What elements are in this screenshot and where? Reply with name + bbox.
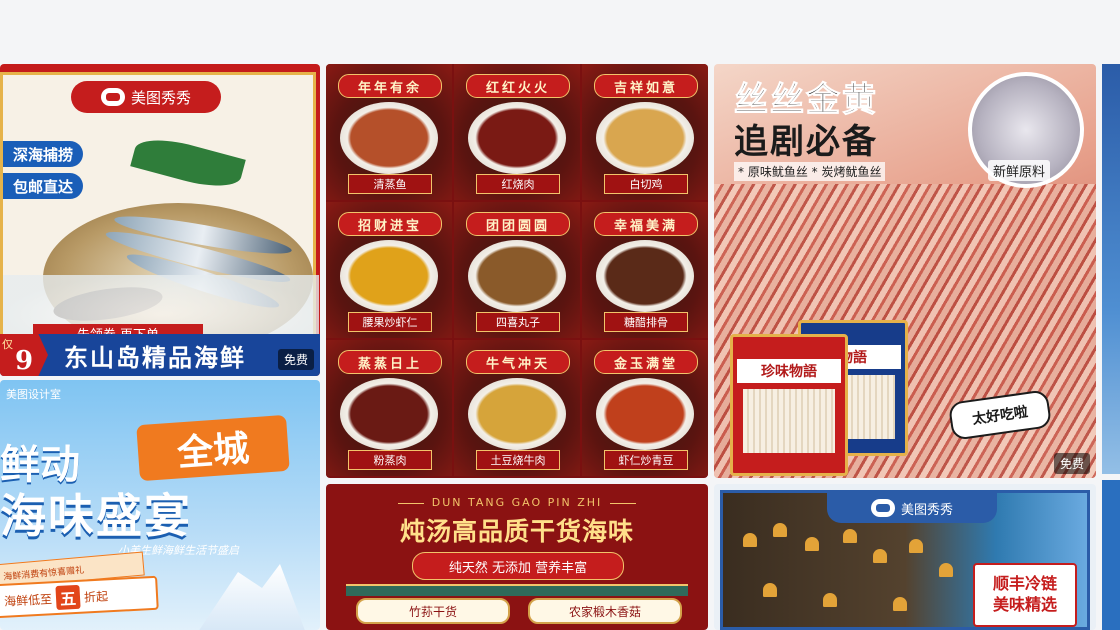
dish-tile: 招财进宝 腰果炒虾仁 (326, 202, 452, 338)
template-card-ocean-feast[interactable]: 美图设计室 鲜动 全城 海味盛宴 小美生鲜海鲜生活节盛启 海鲜消费有惊喜赠礼 海… (0, 380, 320, 630)
dish-plate-image (468, 102, 566, 174)
sea-cucumber-spike (743, 533, 757, 547)
headline-line-2: 追剧必备 (734, 122, 878, 162)
template-card-dried-seafood[interactable]: DUN TANG GAO PIN ZHI 炖汤高品质干货海味 纯天然 无添加 营… (326, 484, 708, 630)
price-tag: 仅 9 (0, 334, 48, 376)
card-title: 炖汤高品质干货海味 (399, 517, 634, 546)
dish-blessing: 年年有余 (338, 74, 442, 98)
dish-tile: 红红火火 红烧肉 (454, 64, 580, 200)
dish-name: 白切鸡 (604, 174, 688, 194)
dish-tile: 牛气冲天 土豆烧牛肉 (454, 340, 580, 476)
dish-blessing: 团团圆圆 (466, 212, 570, 236)
template-card-sea-cucumber[interactable]: 美图秀秀 顺丰冷链 美味精选 (714, 484, 1096, 630)
sea-cucumber-spike (805, 537, 819, 551)
dish-name: 四喜丸子 (476, 312, 560, 332)
sea-cucumber-spike (873, 549, 887, 563)
next-column-edge (1102, 64, 1120, 630)
dish-tile: 蒸蒸日上 粉蒸肉 (326, 340, 452, 476)
sea-cucumber-spike (773, 523, 787, 537)
source-label: 美图设计室 (6, 388, 61, 401)
partial-card[interactable] (1102, 480, 1120, 630)
dish-name: 腰果炒虾仁 (348, 312, 432, 332)
card-title: 东山岛精品海鲜 (64, 343, 246, 372)
dish-tile: 团团圆圆 四喜丸子 (454, 202, 580, 338)
card-frame: 美图秀秀 深海捕捞 包邮直达 先领券 再下单 (0, 72, 319, 372)
headline-highlight: 全城 (136, 414, 290, 482)
dish-plate-image (468, 240, 566, 312)
dish-plate-image (596, 102, 694, 174)
template-card-dishes[interactable]: 年年有余 清蒸鱼 红红火火 红烧肉 吉祥如意 白切鸡 招财进宝 腰果炒虾仁 团团圆圆 四喜丸子 幸福… (326, 64, 708, 478)
dish-plate-image (340, 378, 438, 450)
dish-blessing: 红红火火 (466, 74, 570, 98)
brand-name: 美图秀秀 (130, 88, 191, 107)
meitu-logo-icon (100, 88, 125, 106)
sea-cucumber-spike (909, 539, 923, 553)
dish-name: 粉蒸肉 (348, 450, 432, 470)
discount-ticket: 海鲜低至 五 折起 (0, 575, 159, 619)
free-badge: 免费 (277, 349, 314, 370)
template-card-squid[interactable]: 丝丝金黄 追剧必备 * 原味鱿鱼丝 * 炭烤鱿鱼丝 新鲜原料 物語 珍味物語 太… (714, 64, 1096, 478)
free-badge: 免费 (1053, 453, 1090, 474)
sea-cucumber-spike (823, 593, 837, 607)
brand-badge: 美图秀秀 (827, 493, 997, 523)
dish-blessing: 幸福美满 (594, 212, 698, 236)
product-label: 农家椴木香菇 (528, 598, 682, 624)
dish-name: 土豆烧牛肉 (476, 450, 560, 470)
dish-plate-image (596, 240, 694, 312)
dish-name: 虾仁炒青豆 (604, 450, 688, 470)
dish-plate-image (596, 378, 694, 450)
dish-plate-image (468, 378, 566, 450)
dish-tile: 吉祥如意 白切鸡 (582, 64, 708, 200)
brand-name: 美图秀秀 (900, 502, 953, 518)
iceberg-image (190, 564, 310, 630)
dish-name: 清蒸鱼 (348, 174, 432, 194)
dish-tile: 幸福美满 糖醋排骨 (582, 202, 708, 338)
partial-card[interactable] (1102, 64, 1120, 474)
pack-name: 珍味物語 (737, 359, 841, 383)
leaf-decoration (130, 131, 246, 195)
sea-cucumber-spike (763, 583, 777, 597)
headline-pill: 包邮直达 (3, 173, 84, 199)
dish-plate-image (340, 240, 438, 312)
product-label: 竹荪干货 (356, 598, 510, 624)
dish-plate-image (340, 102, 438, 174)
brand-badge: 美图秀秀 (71, 81, 221, 113)
template-card-seafood[interactable]: 美图秀秀 深海捕捞 包邮直达 先领券 再下单 仅 9 东山岛精品海鲜 免费 (0, 64, 320, 376)
top-bar (0, 0, 1120, 64)
dish-blessing: 蒸蒸日上 (338, 350, 442, 374)
dish-name: 红烧肉 (476, 174, 560, 194)
sea-cucumber-spike (893, 597, 907, 611)
dish-blessing: 牛气冲天 (466, 350, 570, 374)
circle-caption: 新鲜原料 (988, 160, 1051, 181)
headline-line-2: 海味盛宴 (0, 489, 192, 543)
dish-tile: 年年有余 清蒸鱼 (326, 64, 452, 200)
pinyin-caption: DUN TANG GAO PIN ZHI (326, 496, 708, 509)
pack-window (743, 389, 835, 453)
product-pack-red: 珍味物語 (730, 334, 848, 476)
decor-bar (346, 584, 688, 596)
dish-tile: 金玉满堂 虾仁炒青豆 (582, 340, 708, 476)
headline-pill: 深海捕捞 (3, 141, 84, 167)
sea-cucumber-spike (843, 529, 857, 543)
dish-blessing: 招财进宝 (338, 212, 442, 236)
feature-tag: 纯天然 无添加 营养丰富 (412, 552, 624, 580)
card-frame: 美图秀秀 顺丰冷链 美味精选 (720, 490, 1090, 630)
sea-cucumber-spike (939, 563, 953, 577)
shipping-label: 顺丰冷链 美味精选 (973, 563, 1077, 627)
flavor-subtitle: * 原味鱿鱼丝 * 炭烤鱿鱼丝 (734, 162, 886, 181)
bottom-banner: 仅 9 东山岛精品海鲜 (0, 334, 320, 376)
meitu-logo-icon (870, 499, 895, 517)
dish-blessing: 吉祥如意 (594, 74, 698, 98)
dish-name: 糖醋排骨 (604, 312, 688, 332)
dish-blessing: 金玉满堂 (594, 350, 698, 374)
